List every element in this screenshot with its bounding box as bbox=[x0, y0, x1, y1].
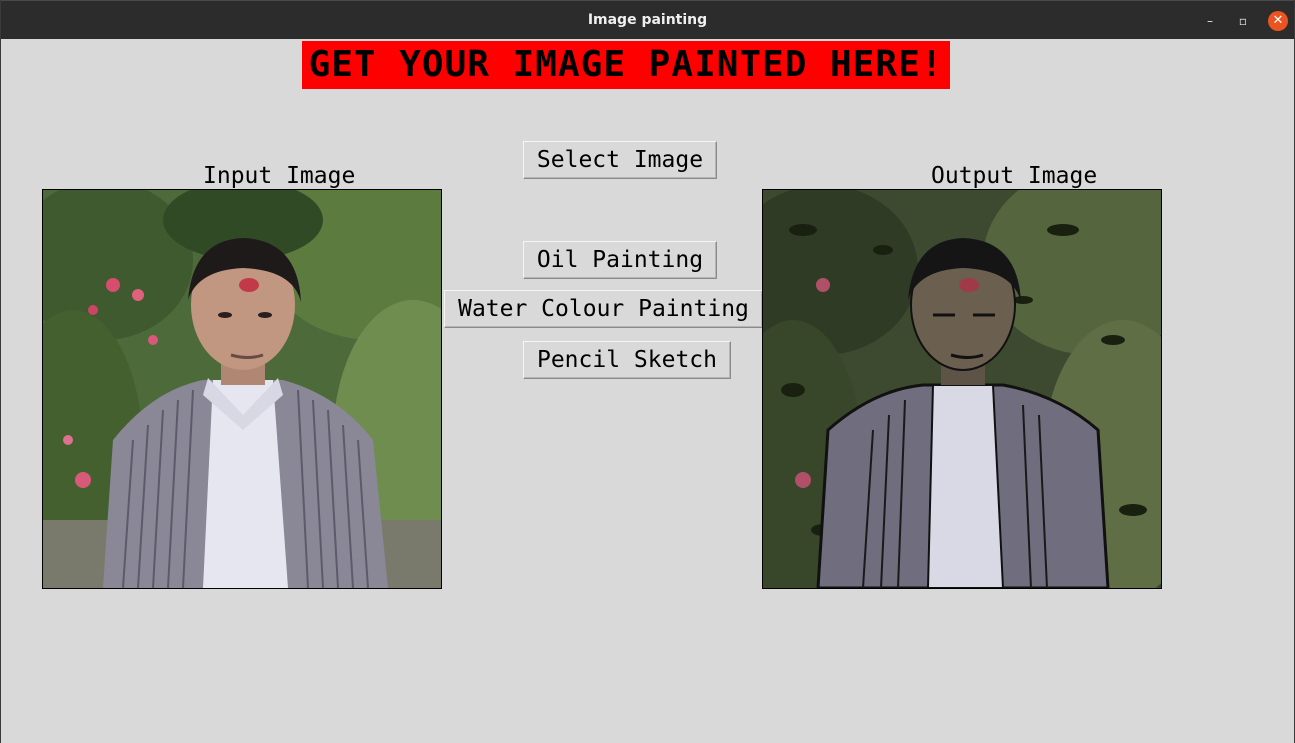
app-window: Image painting – ▫ ✕ GET YOUR IMAGE PAIN… bbox=[0, 0, 1295, 743]
output-image bbox=[762, 189, 1162, 589]
output-image-label: Output Image bbox=[931, 163, 1098, 189]
banner-heading: GET YOUR IMAGE PAINTED HERE! bbox=[302, 41, 950, 89]
minimize-icon[interactable]: – bbox=[1200, 11, 1220, 31]
input-image-label: Input Image bbox=[203, 163, 356, 189]
water-colour-painting-button[interactable]: Water Colour Painting bbox=[444, 290, 763, 328]
close-icon[interactable]: ✕ bbox=[1268, 11, 1288, 31]
pencil-sketch-button[interactable]: Pencil Sketch bbox=[523, 341, 731, 379]
maximize-icon[interactable]: ▫ bbox=[1233, 11, 1253, 31]
window-title: Image painting bbox=[587, 12, 708, 28]
input-image bbox=[42, 189, 442, 589]
oil-painting-button[interactable]: Oil Painting bbox=[523, 241, 717, 279]
select-image-button[interactable]: Select Image bbox=[523, 141, 717, 179]
title-bar: Image painting – ▫ ✕ bbox=[1, 0, 1294, 39]
